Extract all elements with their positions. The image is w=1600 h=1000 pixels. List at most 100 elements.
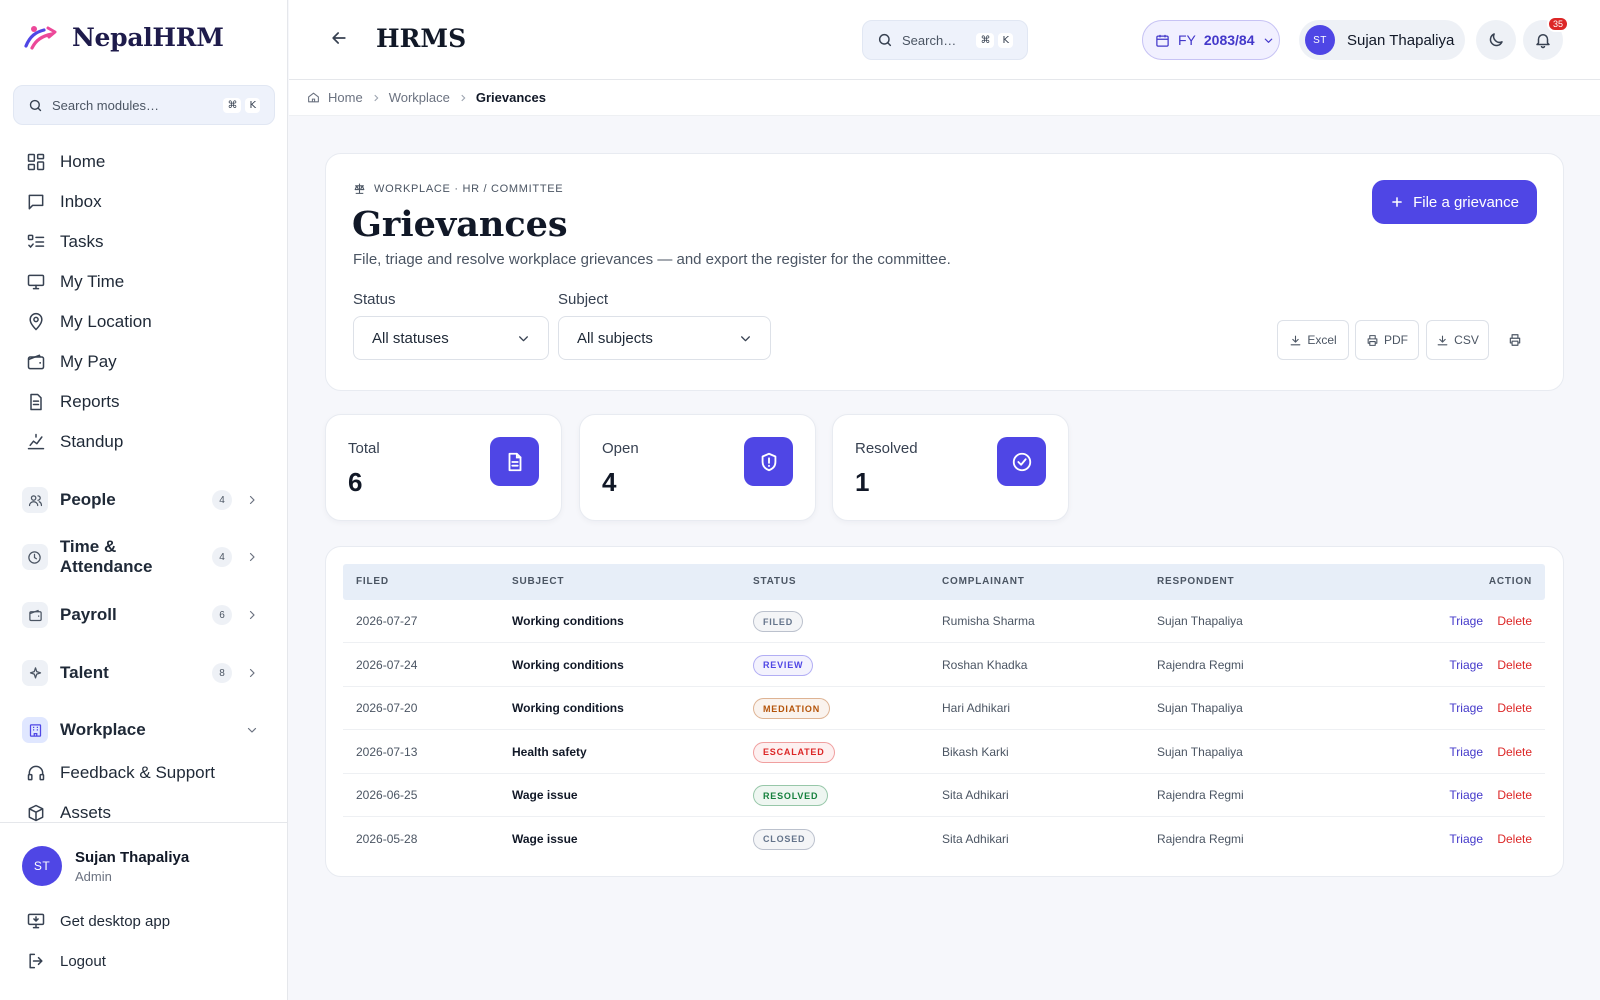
fiscal-year-selector[interactable]: FY 2083/84	[1142, 20, 1280, 60]
triage-link[interactable]: Triage	[1449, 614, 1483, 628]
nav-label: Assets	[60, 803, 112, 822]
eyebrow-text: WORKPLACE · HR / COMMITTEE	[374, 182, 564, 195]
button-label: Excel	[1307, 333, 1337, 347]
map-pin-icon	[29, 312, 43, 331]
notifications-button[interactable]: 35	[1523, 16, 1569, 60]
button-label: CSV	[1454, 333, 1479, 347]
delete-link[interactable]: Delete	[1497, 745, 1532, 759]
delete-link[interactable]: Delete	[1497, 832, 1532, 846]
triage-link[interactable]: Triage	[1449, 788, 1483, 802]
nav-group-workplace[interactable]: Workplace	[22, 715, 268, 745]
user-menu-button[interactable]: ST Sujan Thapaliya	[1299, 20, 1465, 60]
fy-value: 2083/84	[1203, 32, 1255, 48]
delete-link[interactable]: Delete	[1497, 701, 1532, 715]
nav-group-people[interactable]: People 4	[22, 485, 268, 515]
document-icon	[490, 437, 539, 486]
nav-item-tasks[interactable]: Tasks	[26, 228, 103, 256]
nav-item-my-pay[interactable]: My Pay	[26, 348, 117, 376]
cell-filed: 2026-07-27	[356, 614, 418, 628]
profile-role: Admin	[75, 868, 112, 884]
module-search-placeholder: Search modules…	[52, 97, 159, 113]
chevron-down-icon	[739, 332, 752, 345]
table-row: 2026-07-24 Working conditions REVIEW Roshan…	[343, 644, 1545, 687]
nav-label: My Location	[60, 312, 152, 331]
print-button[interactable]	[1498, 320, 1532, 360]
button-label: File a grievance	[1413, 193, 1519, 211]
export-pdf-button[interactable]: PDF	[1355, 320, 1419, 360]
subject-filter-select[interactable]: All subjects	[558, 316, 771, 360]
status-filter-select[interactable]: All statuses	[353, 316, 549, 360]
get-desktop-app-link[interactable]: Get desktop app	[26, 907, 170, 935]
sidebar: NepalHRM Search modules… ⌘ K Home Inbox …	[0, 0, 288, 1000]
download-icon	[1289, 334, 1302, 347]
export-excel-button[interactable]: Excel	[1277, 320, 1349, 360]
stat-label: Open	[602, 440, 639, 457]
breadcrumb-home[interactable]: Home	[328, 90, 363, 105]
group-label: Time & Attendance	[59, 537, 153, 576]
nav-group-time-attendance[interactable]: Time & Attendance 4	[22, 537, 268, 576]
sidebar-profile[interactable]: ST Sujan Thapaliya Admin	[22, 846, 189, 886]
logout-button[interactable]: Logout	[26, 947, 106, 975]
plus-icon	[1390, 195, 1404, 209]
avatar: ST	[1305, 25, 1335, 55]
nav-item-feedback-support[interactable]: Feedback & Support	[26, 759, 215, 787]
cell-subject: Wage issue	[512, 788, 578, 802]
shortcut-hint: ⌘ K	[976, 32, 1013, 48]
global-search-input[interactable]: Search… ⌘ K	[862, 20, 1028, 60]
triage-link[interactable]: Triage	[1449, 701, 1483, 715]
export-csv-button[interactable]: CSV	[1426, 320, 1489, 360]
cell-filed: 2026-07-13	[356, 744, 418, 759]
button-label: PDF	[1384, 333, 1408, 347]
triage-link[interactable]: Triage	[1449, 745, 1483, 759]
delete-link[interactable]: Delete	[1497, 614, 1532, 628]
cell-complainant: Rumisha Sharma	[942, 614, 1035, 628]
triage-link[interactable]: Triage	[1449, 658, 1483, 672]
cell-respondent: Sujan Thapaliya	[1157, 614, 1243, 628]
theme-toggle-button[interactable]	[1476, 20, 1516, 60]
desktop-download-icon	[27, 913, 45, 929]
triage-link[interactable]: Triage	[1449, 832, 1483, 846]
nav-item-inbox[interactable]: Inbox	[26, 188, 102, 216]
status-filter-label: Status	[353, 291, 396, 308]
nav-group-payroll[interactable]: Payroll 6	[22, 600, 268, 630]
search-icon	[877, 32, 893, 48]
building-icon	[22, 717, 48, 743]
nav-label: My Pay	[60, 352, 117, 371]
status-badge: REVIEW	[753, 654, 814, 676]
users-icon	[22, 487, 48, 513]
delete-link[interactable]: Delete	[1497, 788, 1532, 802]
status-badge: ESCALATED	[753, 741, 835, 763]
module-search-input[interactable]: Search modules… ⌘ K	[13, 85, 275, 125]
stat-card-total: Total 6	[325, 414, 562, 521]
nav-label: My Time	[60, 272, 125, 291]
nav-item-reports[interactable]: Reports	[26, 388, 120, 416]
back-arrow-icon[interactable]	[329, 28, 349, 48]
status-badge: RESOLVED	[753, 785, 829, 806]
cell-complainant: Sita Adhikari	[942, 788, 1009, 802]
subject-filter-value: All subjects	[577, 329, 653, 347]
nav-item-my-location[interactable]: My Location	[26, 308, 152, 336]
dashboard-icon	[27, 153, 45, 171]
moon-icon	[1487, 31, 1505, 49]
nav-label: Get desktop app	[60, 912, 171, 930]
chevron-right-icon	[246, 494, 258, 506]
printer-icon	[1366, 334, 1379, 347]
nav-label: Feedback & Support	[60, 763, 215, 782]
scale-icon	[353, 182, 366, 195]
nav-item-my-time[interactable]: My Time	[26, 268, 124, 296]
file-grievance-button[interactable]: File a grievance	[1372, 180, 1537, 224]
column-header-action: ACTION	[1488, 576, 1532, 587]
nav-group-talent[interactable]: Talent 8	[22, 658, 268, 688]
brand[interactable]: NepalHRM	[22, 22, 224, 52]
stat-label: Total	[348, 440, 380, 457]
nav-label: Standup	[60, 432, 124, 451]
nav-item-standup[interactable]: Standup	[26, 428, 123, 456]
cell-subject: Wage issue	[512, 831, 578, 846]
nav-item-home[interactable]: Home	[26, 148, 105, 176]
chevron-right-icon	[371, 93, 381, 103]
logout-icon	[29, 953, 43, 969]
delete-link[interactable]: Delete	[1497, 658, 1532, 672]
top-header: HRMS Search… ⌘ K FY 2083/84 ST Sujan Tha…	[289, 0, 1600, 80]
breadcrumb-workplace[interactable]: Workplace	[389, 90, 450, 105]
clock-icon	[22, 544, 48, 570]
